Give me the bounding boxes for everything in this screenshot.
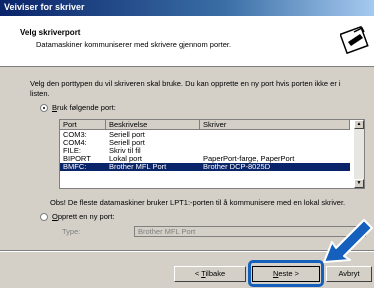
column-header-description[interactable]: Beskrivelse [106, 120, 200, 130]
use-port-label[interactable]: Bruk følgende port: [52, 103, 116, 112]
title-bar: Veiviser for skriver [0, 0, 374, 16]
wizard-header: Velg skriverport Datamaskiner kommuniser… [0, 16, 374, 67]
list-item[interactable]: COM4: Seriell port [60, 139, 350, 147]
note-text: Obs! De fleste datamaskiner bruker LPT1:… [50, 198, 346, 207]
scroll-down-icon[interactable]: ▼ [354, 179, 364, 188]
column-header-port[interactable]: Port [60, 120, 106, 130]
pointer-arrow-icon [323, 219, 373, 263]
page-title: Velg skriverport [20, 28, 81, 37]
use-port-radio[interactable] [40, 104, 48, 112]
list-item-selected[interactable]: BMFC: Brother MFL Port Brother DCP-8025D [60, 163, 350, 171]
create-port-radio[interactable] [40, 213, 48, 221]
next-button-highlight [248, 260, 324, 287]
list-item[interactable]: COM3: Seriell port [60, 131, 350, 139]
vertical-scrollbar[interactable]: ▲ ▼ [354, 120, 364, 188]
page-subtitle: Datamaskiner kommuniserer med skrivere g… [36, 40, 232, 49]
printer-icon [340, 25, 369, 54]
back-button[interactable]: < Tilbake [174, 266, 246, 282]
create-port-label[interactable]: Opprett en ny port: [52, 212, 115, 221]
port-list[interactable]: Port Beskrivelse Skriver COM3: Seriell p… [59, 119, 365, 189]
instruction-text: Velg den porttypen du vil skriveren skal… [30, 79, 341, 98]
port-type-value: Brother MFL Port [138, 227, 196, 236]
scroll-up-icon[interactable]: ▲ [354, 120, 364, 129]
column-header-printer[interactable]: Skriver [200, 120, 350, 130]
window-title: Veiviser for skriver [4, 2, 85, 12]
type-label: Type: [62, 227, 81, 236]
